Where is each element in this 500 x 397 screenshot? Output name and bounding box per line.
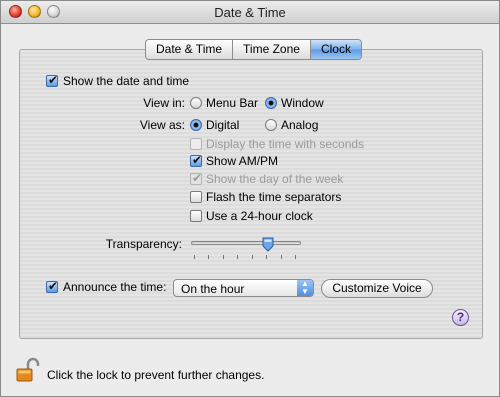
flash-separators-checkbox[interactable] bbox=[190, 191, 202, 203]
help-button[interactable]: ? bbox=[452, 309, 469, 326]
display-seconds-checkbox[interactable] bbox=[190, 138, 202, 150]
announce-interval-popup[interactable]: On the hour ▲ ▼ bbox=[173, 279, 314, 297]
show-day-of-week-label: Show the day of the week bbox=[206, 172, 344, 186]
show-date-time-label: Show the date and time bbox=[63, 74, 190, 88]
slider-tick bbox=[237, 255, 238, 259]
view-as-label: View as: bbox=[139, 118, 185, 132]
slider-tick bbox=[208, 255, 209, 259]
title-bar: Date & Time bbox=[1, 1, 499, 24]
slider-tick bbox=[281, 255, 282, 259]
view-as-digital-label: Digital bbox=[206, 118, 240, 132]
slider-tick bbox=[266, 255, 267, 259]
view-in-window-label: Window bbox=[281, 96, 324, 110]
view-as-analog-label: Analog bbox=[281, 118, 319, 132]
lock-status-text: Click the lock to prevent further change… bbox=[47, 368, 265, 382]
customize-voice-button[interactable]: Customize Voice bbox=[321, 279, 433, 298]
slider-tick bbox=[295, 255, 296, 259]
view-as-analog-radio[interactable] bbox=[265, 119, 277, 131]
view-in-menu-bar-radio[interactable] bbox=[190, 97, 202, 109]
display-seconds-label: Display the time with seconds bbox=[206, 137, 365, 151]
transparency-label: Transparency: bbox=[105, 237, 182, 251]
view-in-label: View in: bbox=[143, 96, 185, 110]
window-title: Date & Time bbox=[214, 5, 286, 20]
tab-bar: Date & Time Time Zone Clock bbox=[145, 39, 362, 60]
show-am-pm-checkbox[interactable] bbox=[190, 153, 202, 167]
announce-time-checkbox[interactable] bbox=[46, 279, 58, 293]
flash-separators-label: Flash the time separators bbox=[206, 190, 342, 204]
tab-time-zone[interactable]: Time Zone bbox=[233, 40, 311, 59]
show-am-pm-label: Show AM/PM bbox=[206, 154, 279, 168]
tab-clock[interactable]: Clock bbox=[310, 40, 361, 59]
use-24-hour-checkbox[interactable] bbox=[190, 210, 202, 222]
popup-arrows-icon: ▲ ▼ bbox=[297, 280, 313, 296]
show-date-time-checkbox[interactable] bbox=[46, 73, 58, 87]
transparency-slider-track[interactable] bbox=[191, 241, 301, 245]
slider-tick bbox=[223, 255, 224, 259]
show-day-of-week-checkbox[interactable] bbox=[190, 171, 202, 185]
view-as-digital-radio[interactable] bbox=[190, 119, 202, 131]
slider-tick bbox=[194, 255, 195, 259]
view-in-menu-bar-label: Menu Bar bbox=[206, 96, 259, 110]
use-24-hour-label: Use a 24-hour clock bbox=[206, 209, 313, 223]
announce-interval-value: On the hour bbox=[181, 282, 245, 296]
lock-icon[interactable] bbox=[15, 357, 41, 383]
slider-tick bbox=[252, 255, 253, 259]
announce-time-label: Announce the time: bbox=[63, 280, 167, 294]
transparency-slider-knob[interactable] bbox=[262, 237, 274, 252]
tab-date-time[interactable]: Date & Time bbox=[146, 40, 234, 59]
date-time-window: Date & Time Date & Time Time Zone Clock … bbox=[0, 0, 500, 397]
view-in-window-radio[interactable] bbox=[265, 97, 277, 109]
